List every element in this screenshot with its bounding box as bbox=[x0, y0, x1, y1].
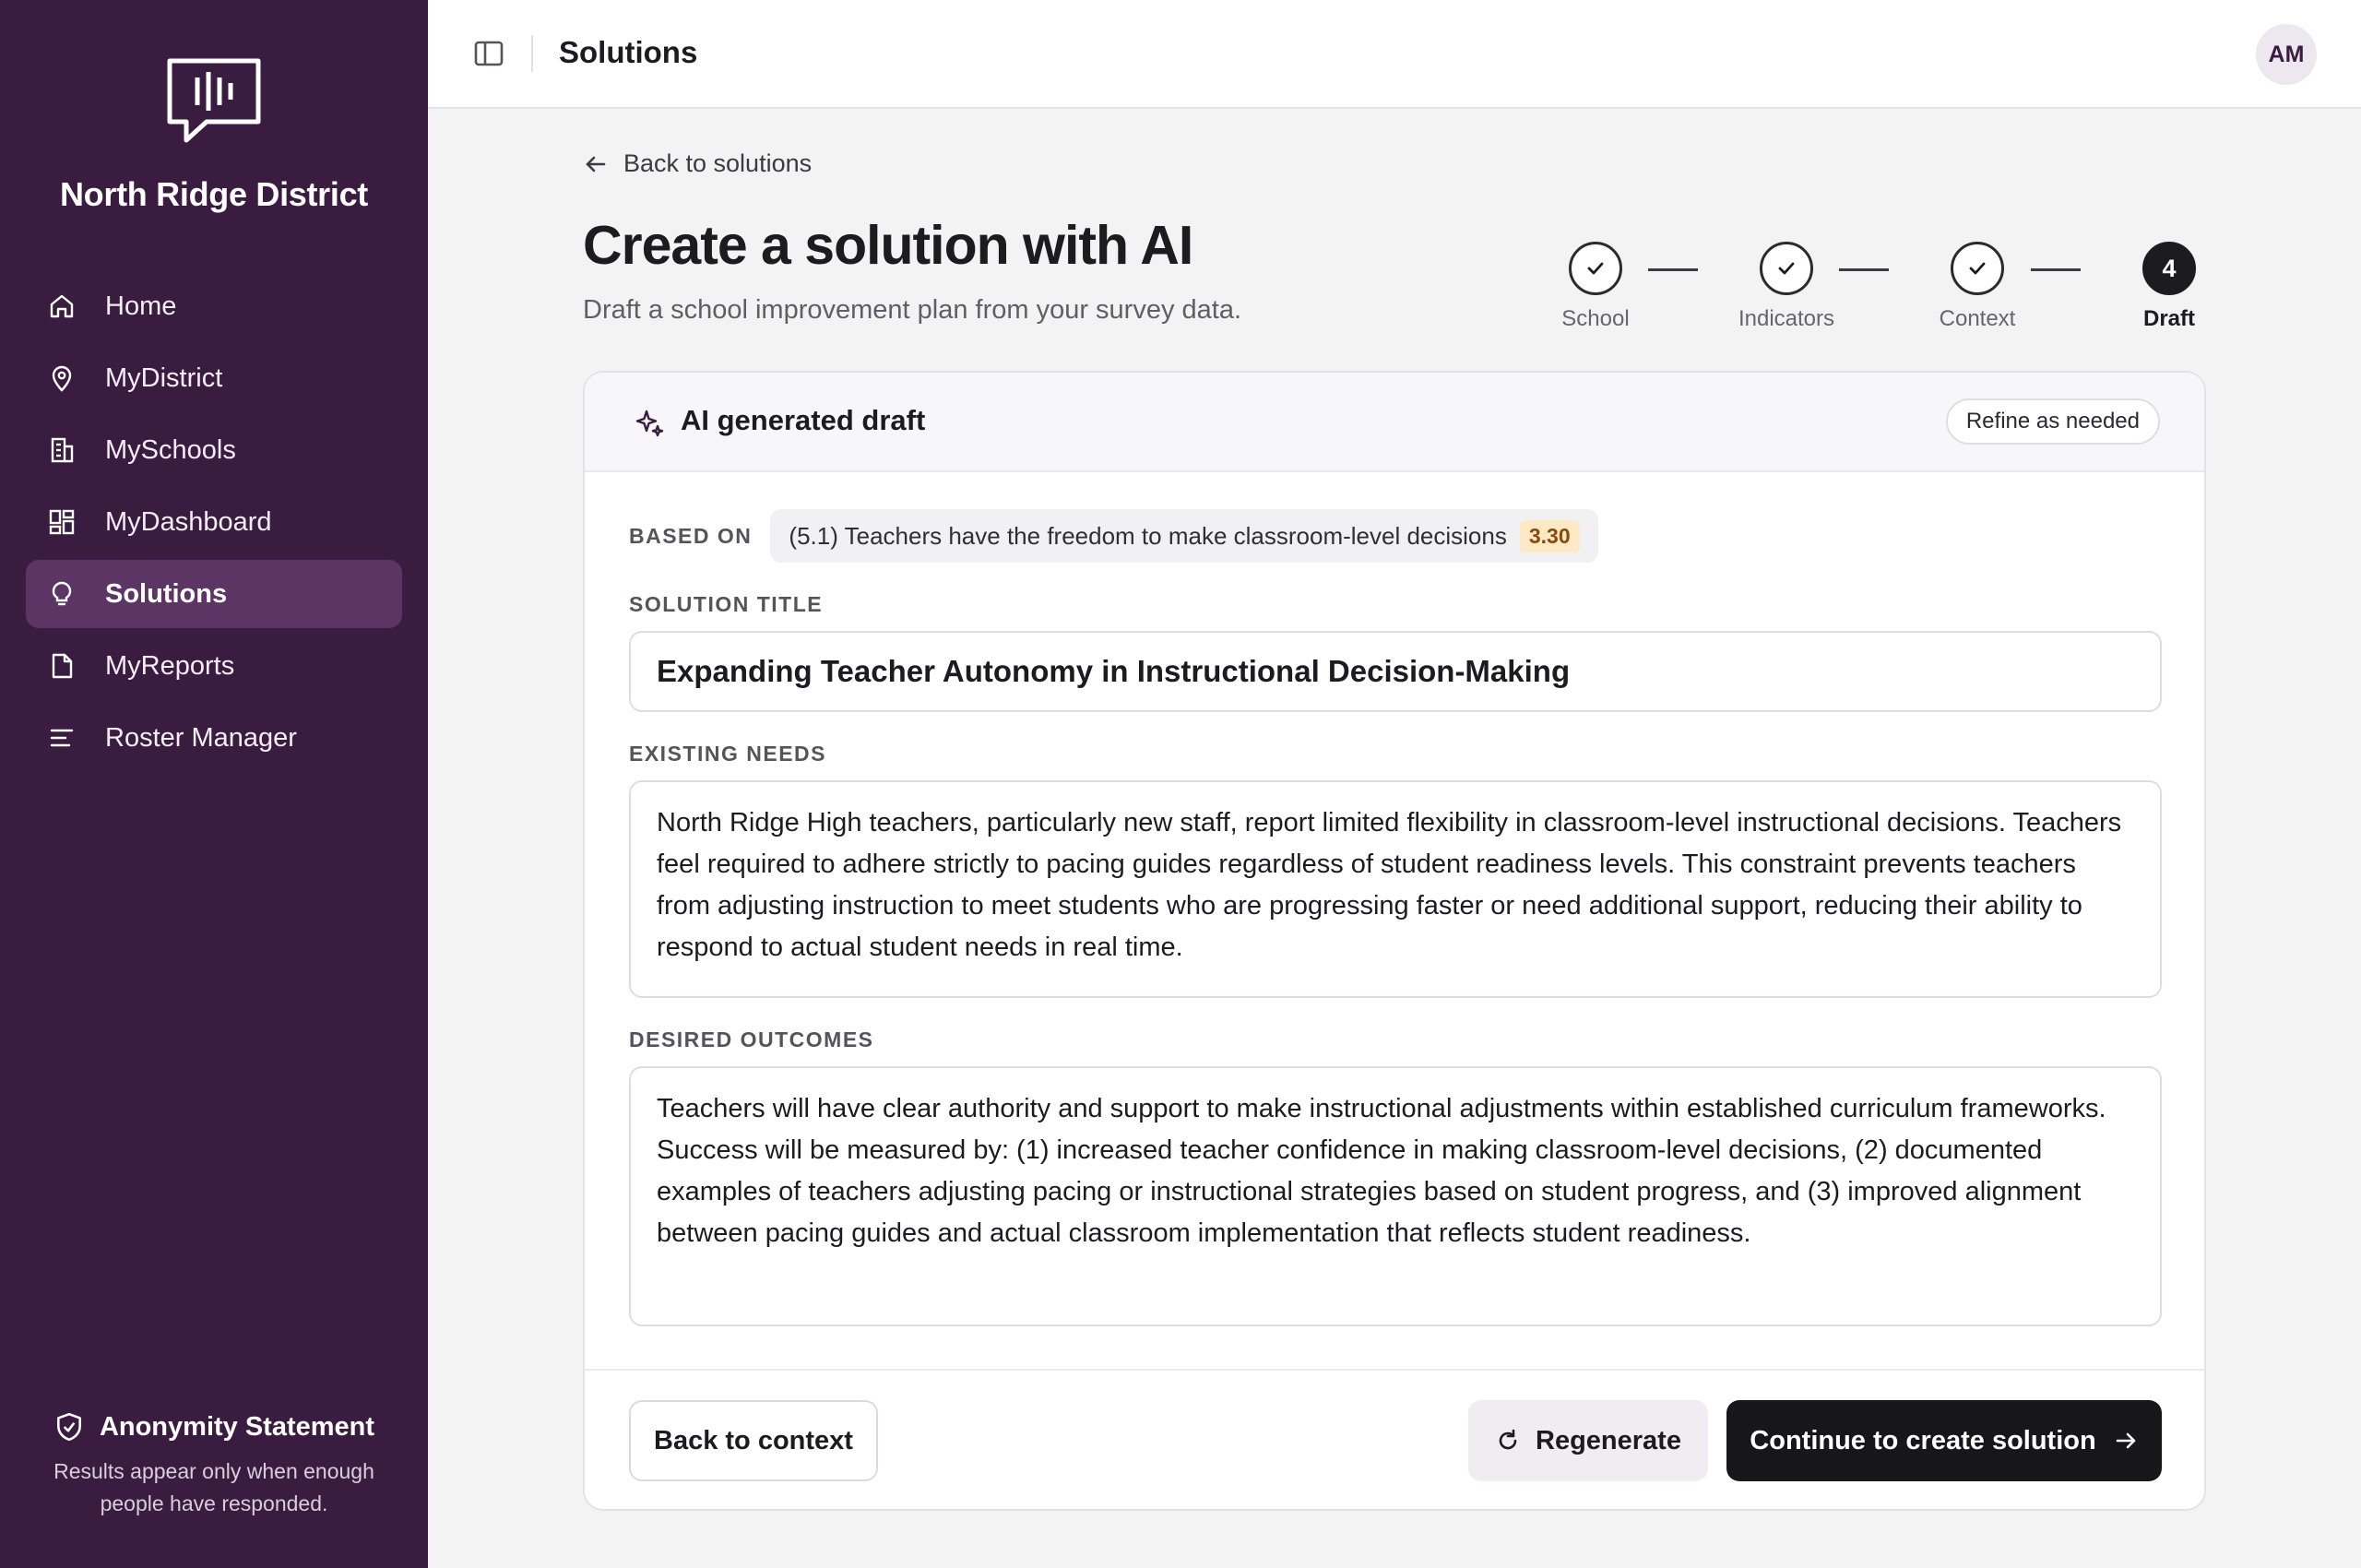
sidebar-item-label: MyReports bbox=[105, 650, 235, 681]
anonymity-title: Anonymity Statement bbox=[0, 1411, 428, 1443]
indicator-chip: (5.1) Teachers have the freedom to make … bbox=[770, 509, 1598, 563]
existing-needs-textarea[interactable]: North Ridge High teachers, particularly … bbox=[629, 780, 2162, 998]
card-footer: Back to context Regenerate Continue to c… bbox=[585, 1369, 2204, 1509]
refresh-icon bbox=[1499, 1429, 1517, 1450]
ai-draft-card: AI generated draft Refine as needed BASE… bbox=[583, 371, 2206, 1511]
sidebar-nav: Home MyDistrict MySchools MyDashboard So… bbox=[26, 272, 402, 776]
desired-outcomes-label: DESIRED OUTCOMES bbox=[629, 1028, 874, 1051]
refine-badge: Refine as needed bbox=[1945, 398, 2160, 445]
step-connector bbox=[1648, 268, 1698, 271]
regenerate-button[interactable]: Regenerate bbox=[1468, 1400, 1708, 1481]
based-on-row: BASED ON (5.1) Teachers have the freedom… bbox=[629, 509, 1598, 563]
card-title: AI generated draft bbox=[681, 404, 926, 436]
indicator-score-badge: 3.30 bbox=[1519, 519, 1580, 552]
topbar-divider bbox=[531, 35, 533, 72]
anonymity-statement: Anonymity Statement Results appear only … bbox=[0, 1411, 428, 1520]
shield-check-icon bbox=[56, 1412, 81, 1442]
sidebar-item-roster-manager[interactable]: Roster Manager bbox=[26, 704, 402, 772]
anonymity-text: Results appear only when enough people h… bbox=[53, 1459, 374, 1515]
sidebar-item-label: Home bbox=[105, 291, 177, 321]
check-icon bbox=[1760, 242, 1813, 295]
sidebar-item-home[interactable]: Home bbox=[26, 272, 402, 340]
sidebar: North Ridge District Home MyDistrict MyS… bbox=[0, 0, 428, 1568]
page-title: Create a solution with AI bbox=[583, 215, 1193, 276]
progress-stepper: School Indicators Context 4 Draft bbox=[1522, 242, 2204, 334]
file-icon bbox=[46, 650, 77, 682]
page-header-title: Solutions bbox=[559, 35, 698, 69]
indicator-text: (5.1) Teachers have the freedom to make … bbox=[789, 521, 1507, 550]
step-school: School bbox=[1522, 242, 1669, 332]
list-icon bbox=[46, 722, 77, 754]
lightbulb-icon bbox=[46, 578, 77, 610]
sidebar-item-mydashboard[interactable]: MyDashboard bbox=[26, 488, 402, 556]
map-pin-icon bbox=[46, 362, 77, 394]
sidebar-item-mydistrict[interactable]: MyDistrict bbox=[26, 344, 402, 412]
dashboard-icon bbox=[46, 506, 77, 538]
step-number: 4 bbox=[2142, 242, 2196, 295]
existing-needs-label: EXISTING NEEDS bbox=[629, 742, 826, 766]
sidebar-toggle-icon[interactable] bbox=[472, 37, 505, 70]
step-context: Context bbox=[1904, 242, 2051, 332]
check-icon bbox=[1951, 242, 2004, 295]
back-to-context-button[interactable]: Back to context bbox=[629, 1400, 878, 1481]
step-draft: 4 Draft bbox=[2095, 242, 2243, 332]
sidebar-item-label: MySchools bbox=[105, 434, 236, 465]
solution-title-label: SOLUTION TITLE bbox=[629, 592, 824, 616]
sparkle-icon bbox=[635, 410, 664, 437]
top-bar: Solutions AM bbox=[428, 0, 2361, 109]
speech-bubble-logo-icon bbox=[167, 58, 261, 143]
desired-outcomes-textarea[interactable]: Teachers will have clear authority and s… bbox=[629, 1066, 2162, 1326]
sidebar-item-label: Solutions bbox=[105, 578, 228, 609]
building-icon bbox=[46, 434, 77, 466]
continue-to-create-solution-button[interactable]: Continue to create solution bbox=[1726, 1400, 2162, 1481]
card-header: AI generated draft Refine as needed bbox=[585, 373, 2204, 472]
district-name: North Ridge District bbox=[59, 175, 368, 213]
check-icon bbox=[1569, 242, 1622, 295]
sidebar-item-label: MyDistrict bbox=[105, 362, 223, 393]
page-subtitle: Draft a school improvement plan from you… bbox=[583, 295, 1242, 325]
step-indicators: Indicators bbox=[1713, 242, 1860, 332]
arrow-left-icon bbox=[586, 156, 606, 172]
solution-title-input[interactable]: Expanding Teacher Autonomy in Instructio… bbox=[629, 631, 2162, 712]
arrow-right-icon bbox=[2116, 1432, 2136, 1449]
avatar[interactable]: AM bbox=[2256, 24, 2317, 85]
sidebar-item-myreports[interactable]: MyReports bbox=[26, 632, 402, 700]
sidebar-item-label: Roster Manager bbox=[105, 722, 297, 753]
step-connector bbox=[1839, 268, 1889, 271]
sidebar-item-myschools[interactable]: MySchools bbox=[26, 416, 402, 484]
sidebar-item-label: MyDashboard bbox=[105, 506, 272, 537]
home-icon bbox=[46, 291, 77, 322]
sidebar-item-solutions[interactable]: Solutions bbox=[26, 560, 402, 628]
back-to-solutions-link[interactable]: Back to solutions bbox=[583, 149, 812, 178]
based-on-label: BASED ON bbox=[629, 523, 753, 548]
step-connector bbox=[2031, 268, 2081, 271]
